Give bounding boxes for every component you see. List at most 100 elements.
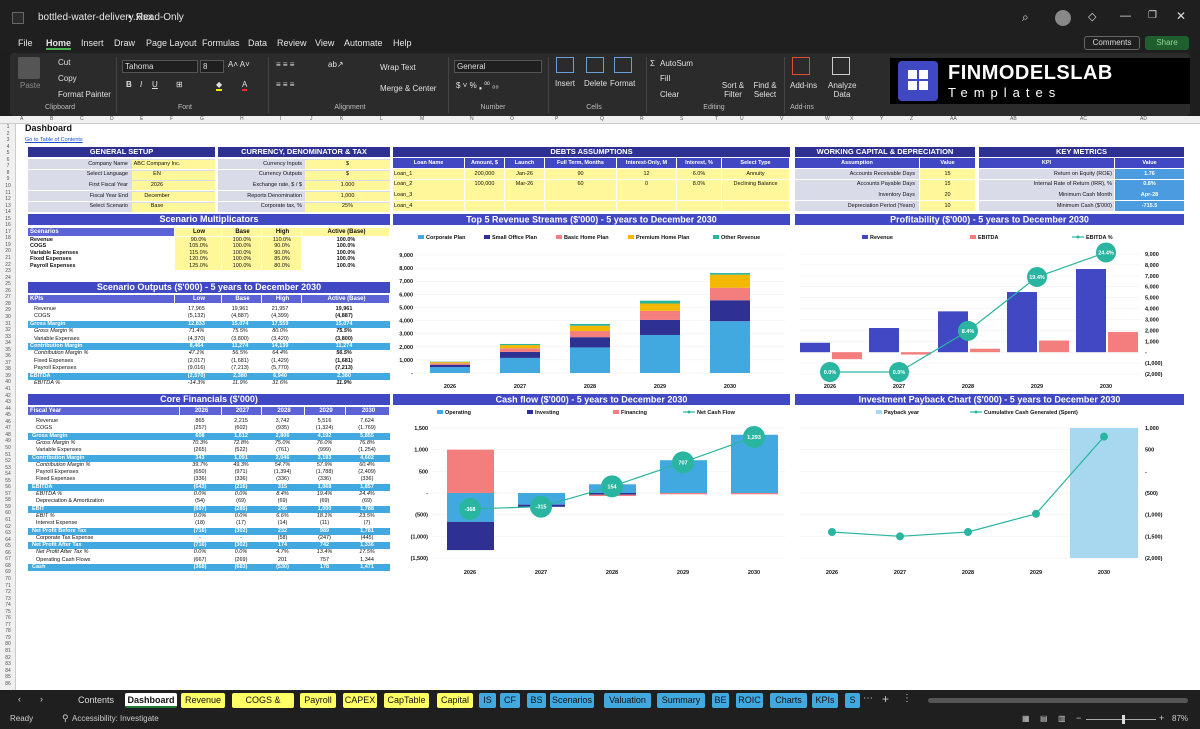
normal-view-icon[interactable]: ▦ — [1022, 714, 1030, 723]
insert-cells-button[interactable]: Insert — [555, 79, 575, 88]
menu-automate[interactable]: Automate — [344, 38, 383, 48]
copy-button[interactable]: Copy — [58, 74, 77, 83]
format-cells-icon[interactable] — [614, 57, 632, 73]
zoom-out-icon[interactable]: − — [1076, 713, 1081, 723]
sheet-tab[interactable]: BE — [712, 693, 729, 708]
autosum-icon[interactable]: Σ — [650, 59, 655, 68]
delete-cells-icon[interactable] — [586, 57, 604, 73]
accessibility-status[interactable]: Accessibility: Investigate — [72, 714, 159, 723]
zoom-level[interactable]: 87% — [1172, 714, 1188, 723]
paste-icon[interactable] — [18, 57, 40, 79]
sheet-tab[interactable]: Summary — [657, 693, 705, 708]
revenue-chart-xtick: 2026 — [444, 384, 456, 390]
menu-insert[interactable]: Insert — [81, 38, 104, 48]
font-name-select[interactable]: Tahoma — [122, 60, 198, 73]
font-color-icon[interactable]: A — [242, 80, 248, 91]
underline-icon[interactable]: U — [152, 80, 158, 89]
zoom-slider-thumb[interactable] — [1122, 715, 1125, 724]
insert-cells-icon[interactable] — [556, 57, 574, 73]
sheet-tab[interactable]: Dashboard — [125, 693, 177, 708]
cut-button[interactable]: Cut — [58, 58, 70, 67]
sheet-tab[interactable]: IS — [479, 693, 496, 708]
analyze-data-button[interactable]: Analyze Data — [828, 81, 856, 99]
search-icon[interactable]: ⌕ — [1022, 10, 1029, 25]
sheet-tab[interactable]: Revenue — [181, 693, 225, 708]
restore-icon[interactable]: ❐ — [1148, 10, 1157, 21]
revenue-chart-ytick: 4,000 — [399, 319, 413, 325]
currency-format-icon[interactable]: $ ˅ % ❟ ⁰⁰ ₀₀ — [456, 81, 499, 91]
revenue-chart-title: Top 5 Revenue Streams ($'000) - 5 years … — [466, 215, 717, 225]
menu-home[interactable]: Home — [46, 38, 72, 50]
tabs-menu-icon[interactable]: ⋮ — [902, 693, 912, 704]
sheet-tab[interactable]: CF — [500, 693, 520, 708]
cashflow-chart-ytick: (500) — [415, 513, 428, 519]
cashflow-chart-legend-label: Net Cash Flow — [697, 410, 736, 416]
analyze-data-icon[interactable] — [832, 57, 850, 75]
sheet-tab[interactable]: Payroll — [300, 693, 336, 708]
autosum-button[interactable]: AutoSum — [660, 59, 693, 68]
menu-file[interactable]: File — [18, 38, 33, 48]
page-layout-view-icon[interactable]: ▤ — [1040, 714, 1048, 723]
bold-icon[interactable]: B — [126, 80, 132, 89]
wrap-text-button[interactable]: Wrap Text — [380, 63, 416, 72]
add-sheet-icon[interactable]: + — [882, 692, 889, 706]
revenue-chart-bar — [640, 334, 680, 373]
font-size-select[interactable]: 8 — [200, 60, 224, 73]
worksheet[interactable]: A B C D E F G H I J K L M N O P Q R S T U V W X Y Z AA AB AC AD 12345… — [0, 116, 1200, 690]
borders-icon[interactable]: ⊞ — [176, 80, 183, 89]
fill-color-icon[interactable]: ◆ — [216, 80, 223, 91]
sheet-tab[interactable]: BS — [527, 693, 546, 708]
minimize-icon[interactable]: — — [1120, 10, 1131, 22]
menu-help[interactable]: Help — [393, 38, 412, 48]
sheet-tab[interactable]: Valuation — [604, 693, 651, 708]
paste-button[interactable]: Paste — [20, 81, 40, 90]
orientation-icon[interactable]: ab↗ — [328, 60, 344, 69]
delete-cells-button[interactable]: Delete — [584, 79, 607, 88]
cashflow-chart-legend-swatch — [613, 410, 619, 414]
diamond-icon[interactable]: ◇ — [1088, 10, 1096, 23]
sheet-tab[interactable]: ROIC — [736, 693, 763, 708]
page-break-view-icon[interactable]: ▥ — [1058, 714, 1066, 723]
addins-button[interactable]: Add-ins — [790, 81, 817, 90]
sheet-tab[interactable]: Contents — [70, 693, 122, 708]
menu-page-layout[interactable]: Page Layout — [146, 38, 197, 48]
more-tabs-icon[interactable]: ⋯ — [863, 693, 873, 704]
italic-icon[interactable]: I — [140, 80, 142, 89]
zoom-in-icon[interactable]: + — [1159, 713, 1164, 723]
tab-scroll-left-icon[interactable]: ‹ — [18, 694, 21, 704]
zoom-slider[interactable] — [1086, 719, 1156, 720]
format-cells-button[interactable]: Format — [610, 79, 635, 88]
menu-review[interactable]: Review — [277, 38, 307, 48]
sheet-tab[interactable]: Scenarios — [550, 693, 594, 708]
menu-formulas[interactable]: Formulas — [202, 38, 240, 48]
align-left-icon[interactable]: ≡ ≡ ≡ — [276, 80, 294, 89]
clear-button[interactable]: Clear — [660, 90, 679, 99]
number-format-select[interactable]: General — [454, 60, 542, 73]
find-select-button[interactable]: Find & Select — [750, 81, 780, 99]
horizontal-scrollbar[interactable] — [928, 698, 1188, 703]
format-painter-button[interactable]: Format Painter — [58, 90, 111, 99]
avatar[interactable] — [1055, 10, 1071, 26]
merge-center-button[interactable]: Merge & Center — [380, 84, 436, 93]
menu-view[interactable]: View — [315, 38, 334, 48]
tab-scroll-right-icon[interactable]: › — [40, 694, 43, 704]
sheet-tab[interactable]: Capital — [437, 693, 473, 708]
fill-button[interactable]: Fill — [660, 74, 670, 83]
profitability-chart-ebitda-bar — [970, 348, 1000, 353]
share-button[interactable]: Share — [1145, 36, 1189, 50]
menu-data[interactable]: Data — [248, 38, 267, 48]
align-top-icon[interactable]: ≡ ≡ ≡ — [276, 60, 294, 69]
sheet-tab[interactable]: KPIs — [812, 693, 838, 708]
cashflow-chart-legend-swatch-dot — [687, 410, 691, 414]
sheet-tab[interactable]: CapTable — [384, 693, 429, 708]
sheet-tab[interactable]: COGS & OPEX — [232, 693, 294, 720]
sheet-tab[interactable]: CAPEX — [343, 693, 377, 708]
sort-filter-button[interactable]: Sort & Filter — [716, 81, 750, 99]
menu-draw[interactable]: Draw — [114, 38, 135, 48]
grow-font-icon[interactable]: A˄ A˅ — [228, 60, 250, 69]
addins-icon[interactable] — [792, 57, 810, 75]
sheet-tab[interactable]: S — [845, 693, 860, 708]
close-icon[interactable]: ✕ — [1176, 9, 1186, 23]
sheet-tab[interactable]: Charts — [770, 693, 807, 708]
comments-button[interactable]: Comments — [1084, 36, 1140, 50]
